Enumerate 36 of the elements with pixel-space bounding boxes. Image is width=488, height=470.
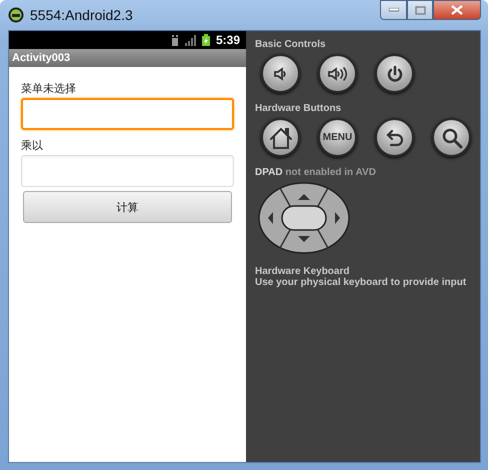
input-field[interactable] [21,98,234,130]
close-icon [451,5,463,15]
keyboard-title: Hardware Keyboard [255,266,350,277]
volume-down-icon [272,66,288,82]
window-title: 5554:Android2.3 [30,7,133,23]
section-title: Basic Controls [255,39,327,50]
calculate-button[interactable]: 计算 [23,191,232,223]
back-icon [384,128,404,148]
sim-icon [170,34,179,46]
back-button[interactable] [375,118,414,157]
minimize-icon [388,8,398,12]
menu-button[interactable]: MENU [318,118,357,157]
dpad-drawing[interactable] [258,182,350,254]
power-button[interactable] [375,54,414,93]
android-icon [8,7,24,23]
section-title: Hardware Buttons [255,103,342,114]
dpad-caption: DPAD not enabled in AVD [255,167,377,178]
minimize-button[interactable] [380,0,407,20]
app-title: Activity003 [12,52,70,64]
volume-down-button[interactable] [261,54,300,93]
maximize-icon [414,6,426,14]
volume-up-button[interactable] [318,54,357,93]
search-button[interactable] [432,118,471,157]
maximize-button[interactable] [407,0,433,20]
home-icon [268,126,294,150]
close-button[interactable] [433,0,481,20]
field-label: 乘以 [21,138,44,153]
signal-icon [184,34,196,46]
keyboard-description: Use your physical keyboard to provide input [255,277,468,288]
search-icon [440,126,462,148]
power-icon [386,64,404,82]
battery-icon [202,34,210,46]
clock: 5:39 [216,33,240,47]
volume-up-icon [326,66,348,82]
home-button[interactable] [261,118,300,157]
field-label: 菜单未选择 [21,81,77,96]
